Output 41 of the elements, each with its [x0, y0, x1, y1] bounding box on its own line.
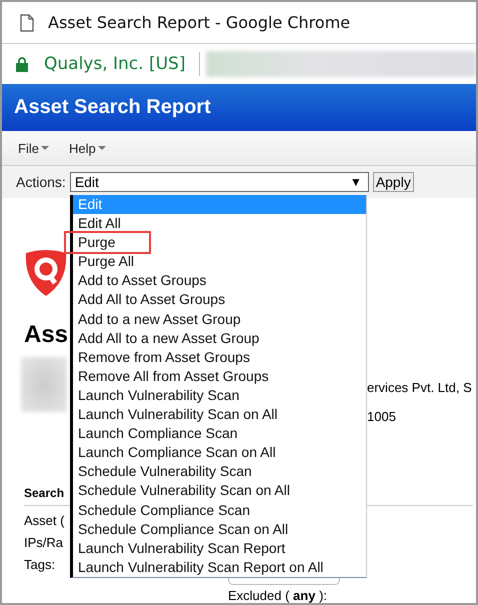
actions-select[interactable]: Edit ▼ [70, 172, 369, 192]
dropdown-option[interactable]: Schedule Compliance Scan [73, 500, 366, 520]
document-icon [20, 14, 34, 32]
menu-item[interactable]: File [14, 138, 53, 158]
site-identity[interactable]: Qualys, Inc. [US] [44, 54, 186, 74]
company-text: ervices Pvt. Ltd, S [367, 380, 472, 395]
section-title: Search [24, 486, 64, 500]
dropdown-option[interactable]: Remove from Asset Groups [73, 348, 366, 367]
dropdown-option[interactable]: Add to Asset Groups [73, 271, 366, 290]
dropdown-option[interactable]: Purge All [73, 252, 366, 272]
dropdown-option[interactable]: Add to a new Asset Group [73, 310, 366, 329]
dropdown-option[interactable]: Launch Vulnerability Scan [73, 386, 366, 406]
dropdown-option[interactable]: Schedule Vulnerability Scan on All [73, 481, 366, 500]
caret-icon [98, 146, 106, 150]
field-label: IPs/Ra [24, 535, 64, 550]
dropdown-option[interactable]: Purge [73, 233, 366, 252]
dropdown-option[interactable]: Launch Vulnerability Scan Report on All [73, 558, 366, 577]
actions-label: Actions: [16, 174, 66, 190]
field-label: Tags: [24, 557, 56, 572]
dropdown-option[interactable]: Add All to a new Asset Group [73, 328, 366, 348]
dropdown-option[interactable]: Add All to Asset Groups [73, 290, 366, 310]
dropdown-option[interactable]: Launch Vulnerability Scan on All [73, 405, 366, 424]
dropdown-option[interactable]: Remove All from Asset Groups [73, 366, 366, 386]
page-heading: Ass [24, 320, 68, 350]
dropdown-option[interactable]: Launch Compliance Scan on All [73, 443, 366, 462]
dropdown-option[interactable]: Schedule Compliance Scan on All [73, 520, 366, 539]
window-title: Asset Search Report - Google Chrome [48, 13, 350, 32]
shield-logo-icon [24, 249, 68, 297]
dropdown-option[interactable]: Launch Compliance Scan [73, 424, 366, 444]
code-text: 1005 [367, 409, 397, 424]
dropdown-option[interactable]: Launch Vulnerability Scan Report [73, 538, 366, 558]
excluded-label: Excluded ( any ): [228, 588, 328, 603]
blurred-image [21, 357, 67, 412]
dropdown-option[interactable]: Schedule Vulnerability Scan [73, 462, 366, 482]
menu-item[interactable]: Help [64, 138, 110, 158]
lock-icon [16, 56, 28, 72]
field-label: Asset ( [24, 513, 66, 528]
caret-icon [40, 146, 49, 150]
page-title: Asset Search Report [14, 96, 211, 119]
dropdown-option[interactable]: Edit All [73, 214, 366, 234]
apply-button[interactable]: Apply [372, 172, 414, 192]
